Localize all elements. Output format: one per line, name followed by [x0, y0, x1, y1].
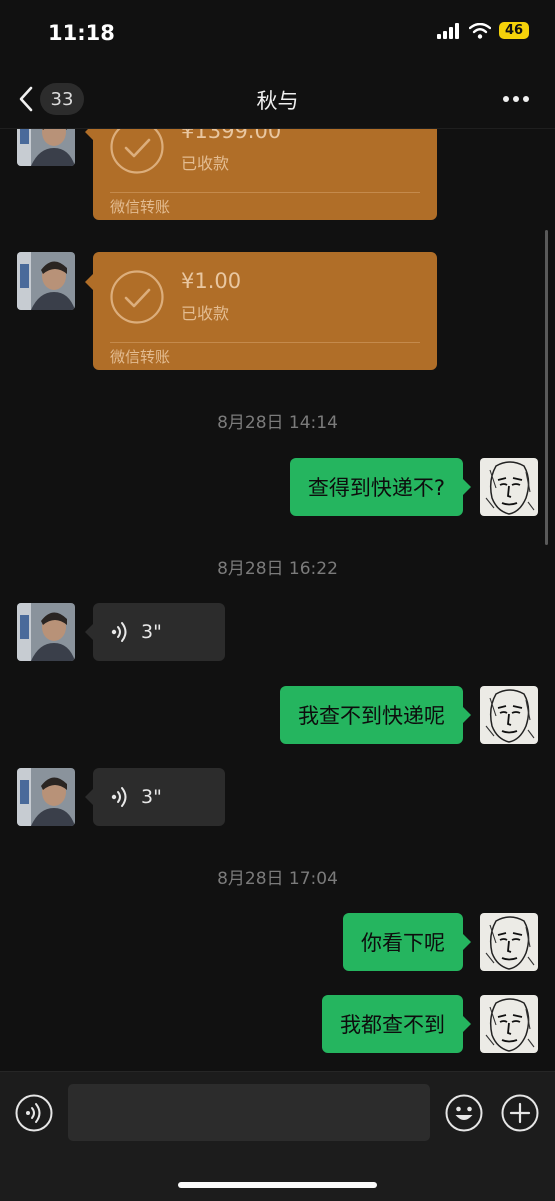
status-bar: 11:18 46 — [0, 0, 555, 70]
my-avatar[interactable] — [480, 686, 538, 744]
contact-avatar[interactable] — [17, 252, 75, 310]
my-avatar-image — [480, 995, 538, 1053]
sent-message-bubble[interactable]: 我查不到快递呢 — [280, 686, 471, 744]
contact-avatar-image — [17, 129, 75, 166]
message-timestamp: 8月28日 14:14 — [217, 413, 338, 433]
sent-message-bubble[interactable]: 你看下呢 — [343, 913, 471, 971]
my-avatar[interactable] — [480, 995, 538, 1053]
emoji-icon — [445, 1094, 483, 1132]
voice-wave-icon — [111, 787, 127, 807]
my-avatar-image — [480, 686, 538, 744]
emoji-button[interactable] — [445, 1094, 483, 1136]
transfer-status: 已收款 — [181, 154, 230, 173]
bubble-tail — [463, 707, 471, 723]
transfer-amount: ¥1399.00 — [181, 129, 282, 143]
message-text: 你看下呢 — [361, 931, 445, 955]
bubble-tail — [85, 624, 93, 640]
chevron-left-icon — [19, 86, 33, 112]
voice-message-bubble[interactable]: 3" — [85, 768, 225, 826]
voice-input-button[interactable] — [15, 1094, 53, 1136]
sent-message-bubble[interactable]: 我都查不到 — [322, 995, 471, 1053]
my-avatar[interactable] — [480, 458, 538, 516]
plus-circle-icon — [501, 1094, 539, 1132]
voice-wave-icon — [111, 622, 127, 642]
unread-count-badge: 33 — [40, 83, 84, 115]
check-circle-icon — [110, 129, 164, 174]
battery-indicator: 46 — [499, 22, 529, 39]
status-time: 11:18 — [48, 21, 115, 45]
message-timestamp: 8月28日 16:22 — [217, 559, 338, 579]
voice-input-icon — [15, 1094, 53, 1132]
transfer-card[interactable]: ¥1399.00 已收款 微信转账 — [85, 129, 437, 220]
contact-avatar-image — [17, 252, 75, 310]
check-circle-icon — [110, 270, 164, 324]
transfer-amount: ¥1.00 — [181, 269, 242, 293]
transfer-status: 已收款 — [181, 304, 230, 323]
message-text: 查得到快递不? — [307, 476, 445, 500]
bubble-tail — [463, 1016, 471, 1032]
wifi-icon — [469, 22, 491, 39]
transfer-divider — [110, 192, 420, 193]
transfer-card[interactable]: ¥1.00 已收款 微信转账 — [85, 252, 437, 370]
message-text: 我都查不到 — [340, 1013, 445, 1037]
message-text: 我查不到快递呢 — [298, 704, 445, 728]
transfer-brand: 微信转账 — [110, 198, 171, 216]
more-button[interactable] — [501, 84, 531, 114]
message-input[interactable] — [68, 1084, 430, 1141]
transfer-brand: 微信转账 — [110, 348, 171, 366]
input-bar — [0, 1071, 555, 1201]
scrollbar[interactable] — [545, 230, 548, 545]
chat-area[interactable]: ¥1399.00 已收款 微信转账 ¥1.00 已收款 微信转账 8月28日 1… — [0, 129, 555, 1071]
bubble-tail — [463, 479, 471, 495]
more-functions-button[interactable] — [501, 1094, 539, 1136]
sent-message-bubble[interactable]: 查得到快递不? — [289, 458, 471, 516]
status-icons: 46 — [437, 22, 529, 39]
bubble-tail — [85, 274, 93, 290]
bubble-tail — [85, 129, 93, 140]
voice-message-bubble[interactable]: 3" — [85, 603, 225, 661]
message-timestamp: 8月28日 17:04 — [217, 869, 338, 889]
back-button[interactable]: 33 — [18, 82, 94, 116]
my-avatar-image — [480, 913, 538, 971]
nav-bar: 33 秋与 — [0, 70, 555, 129]
more-dots-icon — [503, 96, 529, 102]
my-avatar-image — [480, 458, 538, 516]
transfer-divider — [110, 342, 420, 343]
contact-avatar[interactable] — [17, 768, 75, 826]
contact-avatar-image — [17, 768, 75, 826]
home-indicator — [178, 1182, 377, 1188]
voice-duration: 3" — [141, 786, 162, 808]
signal-icon — [437, 22, 459, 39]
bubble-tail — [463, 934, 471, 950]
contact-avatar[interactable] — [17, 129, 75, 166]
contact-avatar-image — [17, 603, 75, 661]
contact-avatar[interactable] — [17, 603, 75, 661]
my-avatar[interactable] — [480, 913, 538, 971]
bubble-tail — [85, 789, 93, 805]
voice-duration: 3" — [141, 621, 162, 643]
